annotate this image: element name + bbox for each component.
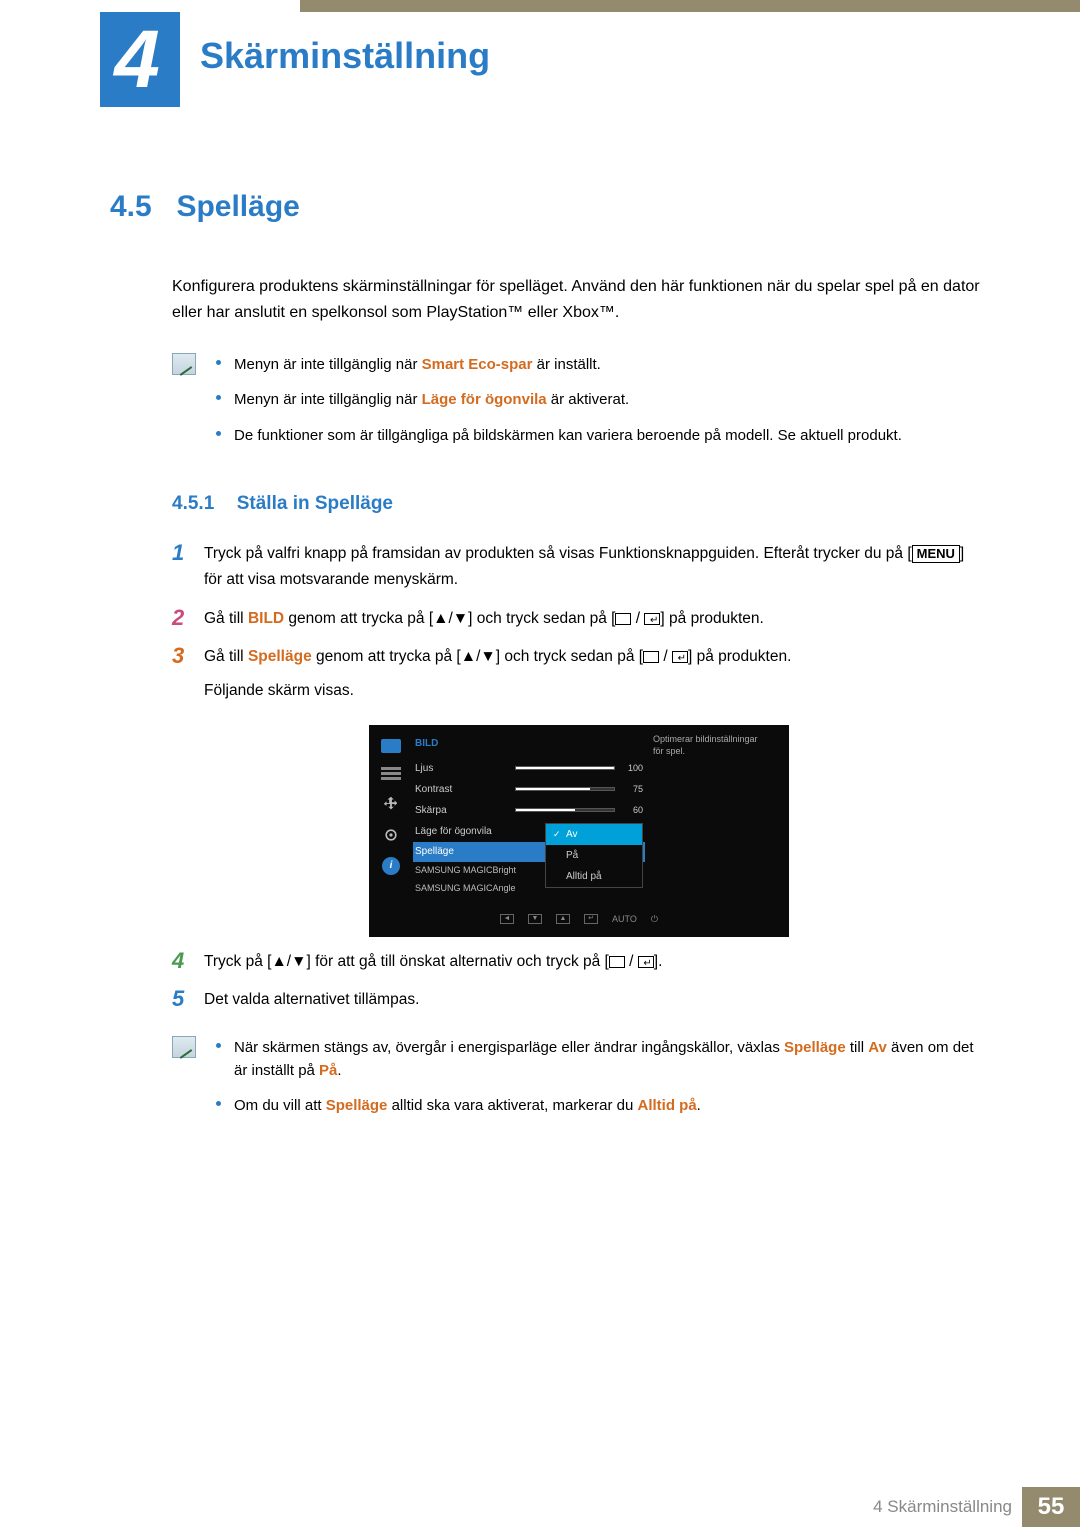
footer-page-number: 55 bbox=[1022, 1487, 1080, 1527]
osd-row-ljus: Ljus 100 bbox=[413, 758, 645, 779]
step-3: 3 Gå till Spelläge genom att trycka på [… bbox=[172, 644, 980, 937]
osd-row-kontrast: Kontrast 75 bbox=[413, 779, 645, 800]
page-content: 4.5 Spelläge Konfigurera produktens skär… bbox=[110, 190, 980, 1129]
note-item: Menyn är inte tillgänglig när Smart Eco-… bbox=[216, 353, 980, 376]
subsection-header: 4.5.1 Ställa in Spelläge 1 Tryck på valf… bbox=[172, 493, 980, 1129]
enter-icon: ↵ bbox=[584, 914, 598, 924]
page-footer: 4 Skärminställning 55 bbox=[0, 1487, 1080, 1527]
auto-label: AUTO bbox=[612, 912, 637, 927]
section-number: 4.5 bbox=[110, 190, 172, 224]
osd-screenshot: i BILD Ljus 100 Kontrast 75 bbox=[369, 725, 789, 937]
step-number: 5 bbox=[172, 987, 190, 1013]
pencil-icon bbox=[172, 353, 196, 375]
down-icon: ▼ bbox=[528, 914, 542, 924]
enter-icon bbox=[638, 956, 654, 968]
note-item: Om du vill att Spelläge alltid ska vara … bbox=[216, 1094, 980, 1117]
footer-chapter-label: 4 Skärminställning bbox=[873, 1497, 1012, 1517]
note-block-1: Menyn är inte tillgänglig när Smart Eco-… bbox=[172, 353, 980, 459]
note-list-2: När skärmen stängs av, övergår i energis… bbox=[216, 1036, 980, 1130]
power-icon: ⏻ bbox=[651, 912, 658, 927]
select-icon bbox=[615, 613, 631, 625]
step-number: 4 bbox=[172, 949, 190, 975]
gear-icon bbox=[383, 827, 399, 843]
menu-button-label: MENU bbox=[912, 545, 960, 563]
osd-footer: ◄ ▼ ▲ ↵ AUTO ⏻ bbox=[369, 910, 789, 929]
osd-option-pa: På bbox=[546, 845, 642, 866]
note-block-2: När skärmen stängs av, övergår i energis… bbox=[172, 1036, 980, 1130]
note-item: När skärmen stängs av, övergår i energis… bbox=[216, 1036, 980, 1083]
osd-sidebar: i bbox=[369, 725, 413, 898]
note-item: De funktioner som är tillgängliga på bil… bbox=[216, 424, 980, 447]
osd-dropdown: Av På Alltid på bbox=[545, 823, 643, 888]
enter-icon bbox=[644, 613, 660, 625]
select-icon bbox=[643, 651, 659, 663]
info-icon: i bbox=[382, 857, 400, 875]
section-intro: Konfigurera produktens skärminställninga… bbox=[172, 274, 980, 325]
osd-menu-header: BILD bbox=[413, 735, 645, 758]
select-icon bbox=[609, 956, 625, 968]
step-number: 3 bbox=[172, 644, 190, 937]
up-icon: ▲ bbox=[556, 914, 570, 924]
step-2: 2 Gå till BILD genom att trycka på [▲/▼]… bbox=[172, 606, 980, 632]
subsection-title: Ställa in Spelläge bbox=[237, 493, 393, 514]
enter-icon bbox=[672, 651, 688, 663]
list-icon bbox=[381, 767, 401, 781]
step-5: 5 Det valda alternativet tillämpas. bbox=[172, 987, 980, 1013]
top-accent-bar bbox=[300, 0, 1080, 12]
step-1: 1 Tryck på valfri knapp på framsidan av … bbox=[172, 541, 980, 594]
osd-option-alltid: Alltid på bbox=[546, 866, 642, 887]
monitor-icon bbox=[381, 739, 401, 753]
chapter-number-badge: 4 bbox=[100, 12, 180, 107]
note-list-1: Menyn är inte tillgänglig när Smart Eco-… bbox=[216, 353, 980, 459]
subsection-number: 4.5.1 bbox=[172, 493, 214, 515]
osd-description: Optimerar bildinställningar för spel. bbox=[645, 725, 775, 898]
step-number: 1 bbox=[172, 541, 190, 594]
note-item: Menyn är inte tillgänglig när Läge för ö… bbox=[216, 388, 980, 411]
pencil-icon bbox=[172, 1036, 196, 1058]
osd-row-skarpa: Skärpa 60 bbox=[413, 800, 645, 821]
step-number: 2 bbox=[172, 606, 190, 632]
steps-list: 1 Tryck på valfri knapp på framsidan av … bbox=[172, 541, 980, 1014]
section-title: Spelläge bbox=[176, 190, 299, 223]
chapter-title: Skärminställning bbox=[200, 35, 490, 77]
move-icon bbox=[382, 795, 400, 813]
step-4: 4 Tryck på [▲/▼] för att gå till önskat … bbox=[172, 949, 980, 975]
left-icon: ◄ bbox=[500, 914, 514, 924]
osd-option-av: Av bbox=[546, 824, 642, 845]
